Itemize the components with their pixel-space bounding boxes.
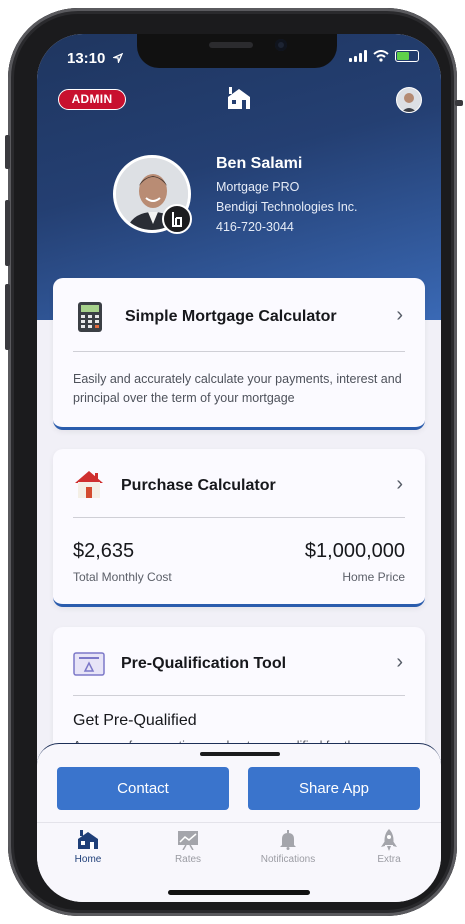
chevron-right-icon: › xyxy=(396,651,403,673)
bottom-sheet: Contact Share App Home Rates Notificatio… xyxy=(37,743,441,902)
profile-company: Bendigi Technologies Inc. xyxy=(216,200,358,214)
cellular-signal-icon xyxy=(349,50,367,62)
chevron-right-icon: › xyxy=(396,473,403,495)
bell-icon xyxy=(253,829,323,851)
sheet-drag-handle[interactable] xyxy=(200,752,280,756)
card-title: Purchase Calculator xyxy=(121,477,276,494)
tab-rates[interactable]: Rates xyxy=(153,829,223,865)
home-price-label: Home Price xyxy=(342,570,405,584)
chevron-right-icon: › xyxy=(396,304,403,326)
notch xyxy=(137,34,337,68)
monthly-cost-value: $2,635 xyxy=(73,540,135,562)
purchase-calculator-card[interactable]: Purchase Calculator › $2,635 Total Month… xyxy=(53,449,425,607)
mute-switch xyxy=(5,284,10,350)
home-price-value: $1,000,000 xyxy=(304,540,405,562)
wifi-icon xyxy=(373,50,389,62)
certificate-icon xyxy=(73,652,105,676)
status-icons xyxy=(349,50,419,62)
tab-label: Notifications xyxy=(260,854,316,865)
tab-notifications[interactable]: Notifications xyxy=(253,829,323,865)
house-icon xyxy=(75,471,103,498)
power-button xyxy=(455,100,463,106)
card-description: Easily and accurately calculate your pay… xyxy=(73,372,402,405)
front-camera xyxy=(275,39,287,51)
clock: 13:10 xyxy=(67,50,106,67)
battery-icon xyxy=(395,50,419,62)
profile-name: Ben Salami xyxy=(216,155,303,172)
tab-label: Home xyxy=(74,854,102,865)
home-icon xyxy=(53,829,123,851)
tab-label: Extra xyxy=(377,854,401,865)
location-arrow-icon xyxy=(111,52,123,65)
rocket-icon xyxy=(354,829,424,851)
tab-home[interactable]: Home xyxy=(53,829,123,865)
status-time: 13:10 xyxy=(67,50,123,67)
card-divider xyxy=(73,351,405,352)
home-indicator[interactable] xyxy=(168,890,310,895)
house-logo-icon xyxy=(228,87,250,109)
bendigi-b-icon xyxy=(172,212,182,227)
app-screen: 13:10 ADMIN Ben Salami Mortgage PRO Bend… xyxy=(37,34,441,902)
volume-down-button xyxy=(5,200,10,266)
speaker xyxy=(209,42,253,48)
brand-badge-icon xyxy=(162,204,192,234)
card-title: Simple Mortgage Calculator xyxy=(125,308,337,325)
share-app-button[interactable]: Share App xyxy=(248,767,420,810)
monthly-cost-label: Total Monthly Cost xyxy=(73,570,172,584)
admin-badge[interactable]: ADMIN xyxy=(58,89,126,110)
tab-extra[interactable]: Extra xyxy=(354,829,424,865)
profile-phone[interactable]: 416-720-3044 xyxy=(216,220,294,234)
volume-up-button xyxy=(5,135,10,169)
tab-label: Rates xyxy=(174,854,202,865)
card-title: Pre-Qualification Tool xyxy=(121,655,287,672)
tab-bar: Home Rates Notifications Extra xyxy=(37,822,441,872)
rates-chart-icon xyxy=(153,829,223,851)
calculator-icon xyxy=(78,302,102,332)
card-subtitle: Get Pre-Qualified xyxy=(73,712,197,729)
card-divider xyxy=(73,517,405,518)
card-divider xyxy=(73,695,405,696)
user-avatar-button[interactable] xyxy=(396,87,422,113)
contact-button[interactable]: Contact xyxy=(57,767,229,810)
simple-mortgage-calculator-card[interactable]: Simple Mortgage Calculator › Easily and … xyxy=(53,278,425,430)
profile-title: Mortgage PRO xyxy=(216,180,300,194)
